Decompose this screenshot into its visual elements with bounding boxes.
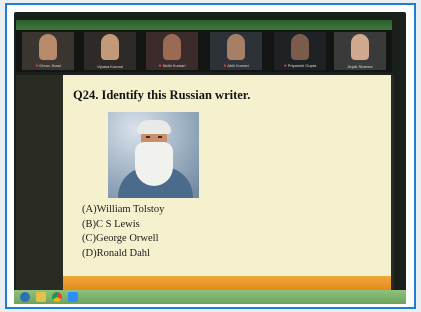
participant-name: Anjali Sharma [347, 64, 373, 69]
start-orb-icon[interactable] [20, 292, 30, 302]
chrome-icon[interactable] [52, 292, 62, 302]
screen-share-margin [16, 75, 63, 290]
option-a: (A)William Tolstoy [82, 204, 165, 215]
participant-video [101, 34, 119, 60]
slide-footer-bar [63, 276, 391, 290]
participant-tile[interactable]: Anjali Sharma [334, 32, 386, 70]
participant-video [291, 34, 309, 60]
mic-muted-icon: ● [283, 63, 287, 69]
taskbar [14, 290, 406, 304]
file-explorer-icon[interactable] [36, 292, 46, 302]
mic-muted-icon: ● [223, 63, 227, 69]
participant-name: Dhruv Jhaal [39, 63, 61, 68]
participant-name: Ahili Kumari [227, 63, 249, 68]
participant-video [39, 34, 57, 60]
participant-name: Nidhi Kumari [162, 63, 186, 68]
option-b: (B)C S Lewis [82, 218, 140, 230]
writer-portrait [108, 112, 199, 198]
screen-share-margin [391, 75, 394, 290]
option-d: (D)Ronald Dahl [82, 247, 150, 259]
window-top-bar [16, 20, 392, 30]
participant-name: Priyanshi Gupta [287, 63, 317, 68]
participant-video [351, 34, 369, 60]
participant-video [163, 34, 181, 60]
answer-options: (A)William Tolstoy (B)C S Lewis (C)Georg… [82, 203, 164, 261]
participant-tile[interactable]: ●Priyanshi Gupta [274, 32, 326, 70]
option-c: (C)George Orwell [82, 233, 159, 244]
participant-strip: ●Dhruv Jhaal Vipasa Kumari ●Nidhi Kumari… [16, 30, 392, 72]
participant-tile[interactable]: Vipasa Kumari [84, 32, 136, 70]
zoom-icon[interactable] [68, 292, 78, 302]
question-title: Q24. Identify this Russian writer. [73, 88, 251, 102]
participant-tile[interactable]: ●Nidhi Kumari [146, 32, 198, 70]
participant-tile[interactable]: ●Dhruv Jhaal [22, 32, 74, 70]
participant-tile[interactable]: ●Ahili Kumari [210, 32, 262, 70]
mic-muted-icon: ● [158, 63, 162, 69]
participant-name: Vipasa Kumari [97, 64, 123, 69]
participant-video [227, 34, 245, 60]
mic-muted-icon: ● [35, 63, 39, 69]
